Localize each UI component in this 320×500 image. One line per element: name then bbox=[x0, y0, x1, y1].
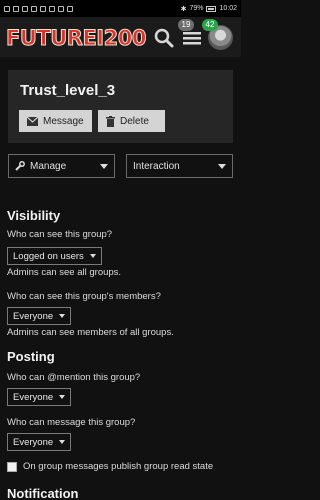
see-members-value: Everyone bbox=[13, 310, 54, 322]
mention-dropdown[interactable]: Everyone bbox=[7, 388, 72, 406]
alarm-icon bbox=[22, 5, 28, 12]
whatsapp-icon bbox=[40, 5, 46, 12]
visibility-heading: Visibility bbox=[7, 208, 61, 223]
delete-button[interactable]: Delete bbox=[98, 110, 165, 132]
interaction-select-label: Interaction bbox=[133, 160, 180, 172]
signal-icon bbox=[13, 5, 19, 12]
search-icon[interactable] bbox=[153, 27, 175, 49]
messages-badge[interactable]: 42 bbox=[202, 19, 218, 31]
bluetooth-icon: ✱ bbox=[180, 5, 187, 13]
see-group-value: Logged on users bbox=[13, 250, 84, 262]
wrench-icon bbox=[15, 161, 25, 171]
camera-icon bbox=[58, 5, 64, 12]
chevron-down-icon bbox=[89, 254, 96, 258]
site-header: FUTUREI200 19 42 bbox=[0, 17, 241, 57]
mention-label: Who can @mention this group? bbox=[7, 372, 141, 383]
see-members-label: Who can see this group's members? bbox=[7, 291, 161, 302]
delete-button-label: Delete bbox=[120, 115, 149, 127]
manage-select-label: Manage bbox=[30, 160, 67, 172]
see-group-label: Who can see this group? bbox=[7, 229, 113, 240]
mention-value: Everyone bbox=[13, 391, 54, 403]
posting-heading: Posting bbox=[7, 349, 55, 364]
message-group-label: Who can message this group? bbox=[7, 417, 136, 428]
chevron-down-icon bbox=[59, 314, 66, 318]
see-members-note: Admins can see members of all groups. bbox=[7, 327, 174, 338]
see-group-note: Admins can see all groups. bbox=[7, 267, 122, 278]
chevron-down-icon bbox=[100, 163, 108, 169]
trash-icon bbox=[106, 115, 115, 127]
notification-heading: Notification bbox=[7, 486, 79, 500]
message-icon bbox=[31, 5, 37, 12]
read-state-row: On group messages publish group read sta… bbox=[7, 461, 213, 472]
message-button[interactable]: Message bbox=[19, 110, 92, 132]
interaction-select[interactable]: Interaction bbox=[126, 154, 233, 178]
read-state-label: On group messages publish group read sta… bbox=[23, 461, 214, 472]
sim-icon bbox=[4, 5, 10, 12]
chevron-down-icon bbox=[218, 163, 226, 169]
read-state-checkbox[interactable] bbox=[7, 461, 17, 472]
see-group-dropdown[interactable]: Logged on users bbox=[7, 247, 102, 265]
media-icon bbox=[49, 5, 55, 12]
envelope-icon bbox=[27, 116, 38, 126]
site-logo[interactable]: FUTUREI200 bbox=[6, 26, 147, 51]
status-bar: ✱ 79% 10:02 bbox=[0, 0, 241, 17]
status-left-icons bbox=[4, 5, 73, 12]
see-members-dropdown[interactable]: Everyone bbox=[7, 307, 72, 325]
status-right: ✱ 79% 10:02 bbox=[181, 5, 237, 13]
battery-icon bbox=[206, 5, 217, 12]
group-title: Trust_level_3 bbox=[20, 82, 116, 99]
battery-percent: 79% bbox=[189, 5, 204, 12]
gallery-icon bbox=[67, 5, 73, 12]
manage-select[interactable]: Manage bbox=[8, 154, 115, 178]
clock: 10:02 bbox=[219, 5, 237, 12]
group-card: Trust_level_3 Message Delete bbox=[8, 70, 233, 143]
message-group-value: Everyone bbox=[13, 436, 54, 448]
chevron-down-icon bbox=[59, 395, 66, 399]
message-button-label: Message bbox=[43, 115, 84, 127]
chevron-down-icon bbox=[59, 440, 66, 444]
notifications-badge[interactable]: 19 bbox=[178, 19, 194, 31]
message-group-dropdown[interactable]: Everyone bbox=[7, 433, 72, 451]
